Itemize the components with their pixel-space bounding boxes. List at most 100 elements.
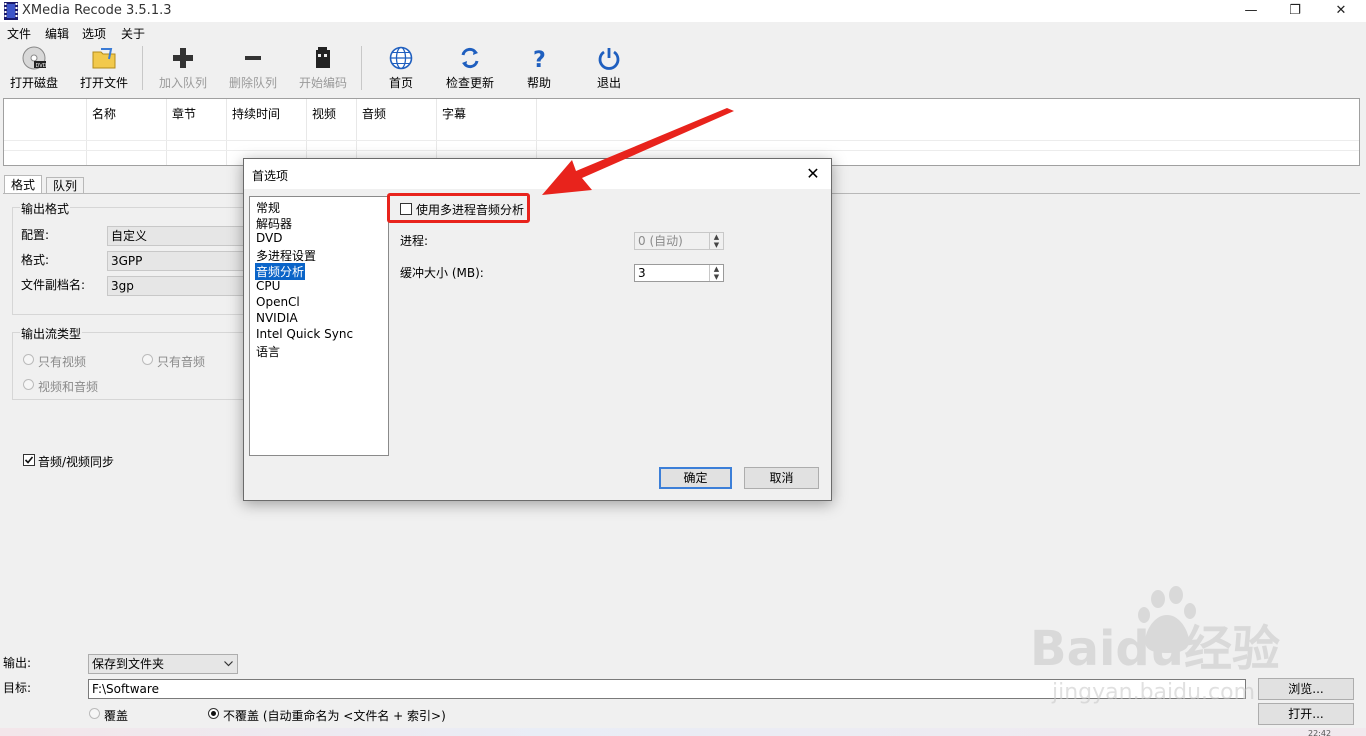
folder-icon bbox=[92, 48, 116, 69]
open-disc-button[interactable]: DVD 打开磁盘 bbox=[1, 42, 67, 94]
svg-text:DVD: DVD bbox=[36, 63, 47, 69]
open-file-label: 打开文件 bbox=[79, 76, 128, 90]
category-nvidia[interactable]: NVIDIA bbox=[256, 311, 298, 325]
restore-button[interactable]: ❐ bbox=[1272, 0, 1318, 22]
exit-button[interactable]: 退出 bbox=[576, 42, 642, 94]
extension-combo[interactable]: 3gp bbox=[107, 276, 247, 296]
buffer-size-label: 缓冲大小 (MB): bbox=[400, 266, 484, 280]
config-combo[interactable]: 自定义 bbox=[107, 226, 247, 246]
menu-options[interactable]: 选项 bbox=[82, 25, 106, 42]
audio-only-label: 只有音频 bbox=[157, 355, 206, 369]
process-label: 进程: bbox=[400, 234, 429, 248]
category-dvd[interactable]: DVD bbox=[256, 231, 282, 245]
question-mark-icon: ? bbox=[533, 48, 546, 70]
clock-text: 22:42 bbox=[1308, 730, 1332, 736]
remove-queue-label: 删除队列 bbox=[228, 76, 277, 90]
category-cpu[interactable]: CPU bbox=[256, 279, 280, 293]
config-label: 配置: bbox=[21, 228, 50, 242]
column-divider bbox=[436, 99, 437, 165]
add-queue-label: 加入队列 bbox=[158, 76, 207, 90]
column-header-duration[interactable]: 持续时间 bbox=[232, 105, 280, 122]
chevron-down-icon bbox=[224, 661, 233, 667]
output-label: 输出: bbox=[3, 656, 32, 670]
power-icon bbox=[598, 48, 620, 70]
checkmark-icon bbox=[24, 456, 34, 464]
menu-edit[interactable]: 编辑 bbox=[45, 25, 69, 42]
ok-button[interactable]: 确定 bbox=[659, 467, 732, 489]
film-roll-icon bbox=[316, 47, 330, 68]
spinner-arrows-icon[interactable]: ▲ ▼ bbox=[709, 233, 723, 249]
home-button[interactable]: 首页 bbox=[368, 42, 434, 94]
help-button[interactable]: ? 帮助 bbox=[506, 42, 572, 94]
spinner-arrows-icon[interactable]: ▲ ▼ bbox=[709, 265, 723, 281]
category-intel-quick-sync[interactable]: Intel Quick Sync bbox=[256, 327, 353, 341]
buffer-size-spinner[interactable]: 3 ▲ ▼ bbox=[634, 264, 724, 282]
overwrite-radio[interactable] bbox=[89, 708, 100, 719]
process-value: 0 (自动) bbox=[638, 234, 683, 248]
column-divider bbox=[86, 99, 87, 165]
column-header-audio[interactable]: 音频 bbox=[362, 105, 386, 122]
globe-icon bbox=[389, 46, 413, 70]
column-divider bbox=[166, 99, 167, 165]
remove-queue-button[interactable]: 删除队列 bbox=[220, 42, 286, 94]
no-overwrite-radio[interactable] bbox=[208, 708, 219, 719]
av-sync-label: 音频/视频同步 bbox=[38, 455, 115, 469]
minimize-button[interactable]: — bbox=[1228, 0, 1274, 22]
category-multiprocess[interactable]: 多进程设置 bbox=[256, 247, 316, 264]
category-general[interactable]: 常规 bbox=[256, 199, 280, 216]
annotation-arrow-icon bbox=[542, 108, 734, 195]
tab-format[interactable]: 格式 bbox=[4, 175, 43, 194]
audio-only-radio[interactable] bbox=[142, 354, 153, 365]
category-list[interactable]: 常规 解码器 DVD 多进程设置 音频分析 CPU OpenCl NVIDIA … bbox=[249, 196, 389, 456]
category-audio-analysis[interactable]: 音频分析 bbox=[255, 263, 306, 280]
disc-icon: DVD bbox=[22, 46, 47, 70]
column-header-video[interactable]: 视频 bbox=[312, 105, 336, 122]
menu-file[interactable]: 文件 bbox=[7, 25, 31, 42]
category-opencl[interactable]: OpenCl bbox=[256, 295, 300, 309]
cancel-button[interactable]: 取消 bbox=[744, 467, 819, 489]
dialog-close-button[interactable]: ✕ bbox=[802, 163, 824, 185]
menu-bar: 文件 编辑 选项 关于 bbox=[0, 22, 1366, 42]
format-combo[interactable]: 3GPP bbox=[107, 251, 247, 271]
column-header-name[interactable]: 名称 bbox=[92, 105, 116, 122]
toolbar-separator bbox=[361, 46, 362, 90]
tab-queue[interactable]: 队列 bbox=[46, 177, 85, 194]
svg-text:?: ? bbox=[533, 48, 546, 70]
start-encode-button[interactable]: 开始编码 bbox=[290, 42, 356, 94]
taskbar-strip: 22:42 bbox=[0, 728, 1366, 736]
video-only-label: 只有视频 bbox=[38, 355, 87, 369]
toolbar: DVD 打开磁盘 打开文件 加入队列 删除队列 开始编码 首页 检查更新 ? 帮… bbox=[0, 42, 1366, 94]
format-label: 格式: bbox=[21, 253, 50, 267]
check-update-button[interactable]: 检查更新 bbox=[437, 42, 503, 94]
dialog-title: 首选项 bbox=[252, 169, 289, 183]
minus-icon bbox=[245, 56, 261, 60]
open-file-button[interactable]: 打开文件 bbox=[71, 42, 137, 94]
plus-icon bbox=[173, 48, 193, 68]
column-header-chapter[interactable]: 章节 bbox=[172, 105, 196, 122]
home-label: 首页 bbox=[388, 76, 413, 90]
av-sync-checkbox[interactable] bbox=[23, 454, 35, 466]
category-decoder[interactable]: 解码器 bbox=[256, 215, 292, 232]
toolbar-separator bbox=[142, 46, 143, 90]
column-divider bbox=[226, 99, 227, 165]
add-queue-button[interactable]: 加入队列 bbox=[150, 42, 216, 94]
app-film-icon bbox=[4, 2, 18, 20]
refresh-icon bbox=[461, 47, 479, 69]
video-audio-label: 视频和音频 bbox=[38, 380, 99, 394]
target-label: 目标: bbox=[3, 681, 32, 695]
category-language[interactable]: 语言 bbox=[256, 343, 280, 360]
exit-label: 退出 bbox=[596, 76, 621, 90]
close-window-button[interactable]: ✕ bbox=[1318, 0, 1364, 22]
baidu-jingyan-watermark: Baidu经验 jingyan.baidu.com bbox=[1030, 586, 1280, 705]
video-audio-radio[interactable] bbox=[23, 379, 34, 390]
output-mode-combo[interactable]: 保存到文件夹 bbox=[88, 654, 238, 674]
no-overwrite-label: 不覆盖 (自动重命名为 <文件名 + 索引>) bbox=[223, 709, 446, 723]
video-only-radio[interactable] bbox=[23, 354, 34, 365]
overwrite-label: 覆盖 bbox=[104, 709, 129, 723]
column-header-subtitle[interactable]: 字幕 bbox=[442, 105, 466, 122]
check-update-label: 检查更新 bbox=[445, 76, 494, 90]
process-spinner[interactable]: 0 (自动) ▲ ▼ bbox=[634, 232, 724, 250]
menu-about[interactable]: 关于 bbox=[121, 25, 145, 42]
watermark-url: jingyan.baidu.com bbox=[1051, 680, 1255, 705]
open-disc-label: 打开磁盘 bbox=[9, 76, 58, 90]
